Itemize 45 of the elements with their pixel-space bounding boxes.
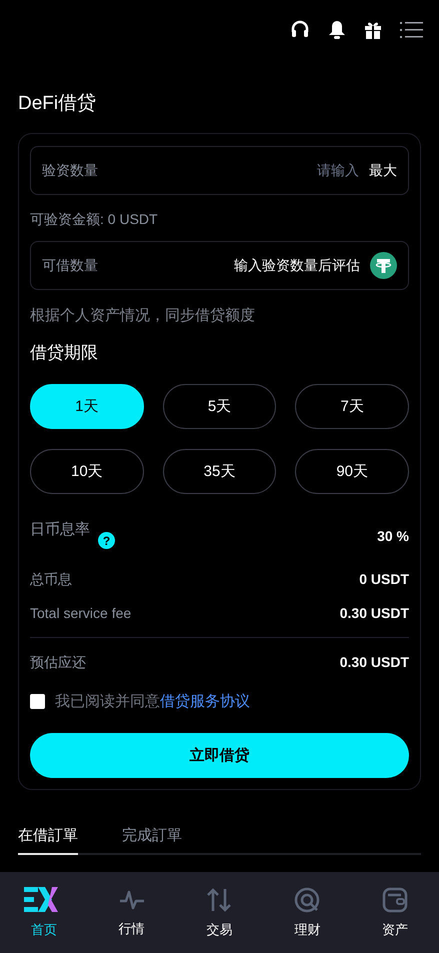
summary-value: 0 USDT xyxy=(359,571,409,589)
rate-value: 30 % xyxy=(377,528,409,544)
at-circle-icon xyxy=(294,886,320,912)
bell-icon[interactable] xyxy=(328,20,346,40)
collateral-field[interactable]: 验资数量 请输入 最大 xyxy=(30,146,409,195)
help-icon[interactable]: ? xyxy=(98,532,115,549)
summary-value: 0.30 USDT xyxy=(340,605,409,621)
term-option[interactable]: 7天 xyxy=(295,384,409,429)
menu-icon[interactable] xyxy=(400,21,423,39)
available-amount: 可验资金额: 0 USDT xyxy=(30,211,159,229)
agree-checkbox[interactable] xyxy=(30,694,45,709)
field-value: 输入验资数量后评估 xyxy=(234,256,360,274)
repay-label: 预估应还 xyxy=(30,654,86,672)
gift-icon[interactable] xyxy=(364,20,382,40)
nav-item[interactable]: 行情 xyxy=(96,888,167,938)
placeholder-text: 请输入 xyxy=(317,162,359,180)
nav-item[interactable]: 首页 xyxy=(8,886,79,938)
page-title: DeFi借贷 xyxy=(18,92,98,116)
agreement-link[interactable]: 借贷服务协议 xyxy=(160,693,250,710)
swap-arrows-icon xyxy=(206,886,232,912)
order-tab[interactable]: 在借訂單 xyxy=(18,826,78,855)
section-title: 借贷期限 xyxy=(30,342,99,364)
order-tab[interactable]: 完成訂單 xyxy=(122,826,182,855)
term-option[interactable]: 90天 xyxy=(295,449,409,494)
hint-text: 根据个人资产情况，同步借贷额度 xyxy=(30,306,256,325)
term-option[interactable]: 10天 xyxy=(30,449,144,494)
coin-icon xyxy=(370,252,397,279)
wallet-icon xyxy=(382,886,408,912)
term-option[interactable]: 5天 xyxy=(162,384,276,429)
summary-label: Total service fee xyxy=(30,605,132,621)
rate-label: 日币息率 xyxy=(30,520,90,539)
term-option[interactable]: 35天 xyxy=(162,449,276,494)
summary-label: 总币息 xyxy=(30,571,72,589)
field-label: 可借数量 xyxy=(42,256,99,274)
max-button[interactable]: 最大 xyxy=(369,162,397,180)
pulse-icon xyxy=(118,888,145,912)
nav-item[interactable]: 资产 xyxy=(360,886,430,938)
headset-icon[interactable] xyxy=(290,20,310,40)
borrow-button[interactable]: 立即借贷 xyxy=(30,733,409,778)
term-option[interactable]: 1天 xyxy=(30,384,144,429)
nav-item[interactable]: 理财 xyxy=(272,886,342,938)
field-label: 验资数量 xyxy=(42,162,99,180)
agreement-text: 我已阅读并同意借贷服务协议 xyxy=(55,692,250,711)
repay-value: 0.30 USDT xyxy=(340,654,409,672)
nav-item[interactable]: 交易 xyxy=(184,886,254,938)
